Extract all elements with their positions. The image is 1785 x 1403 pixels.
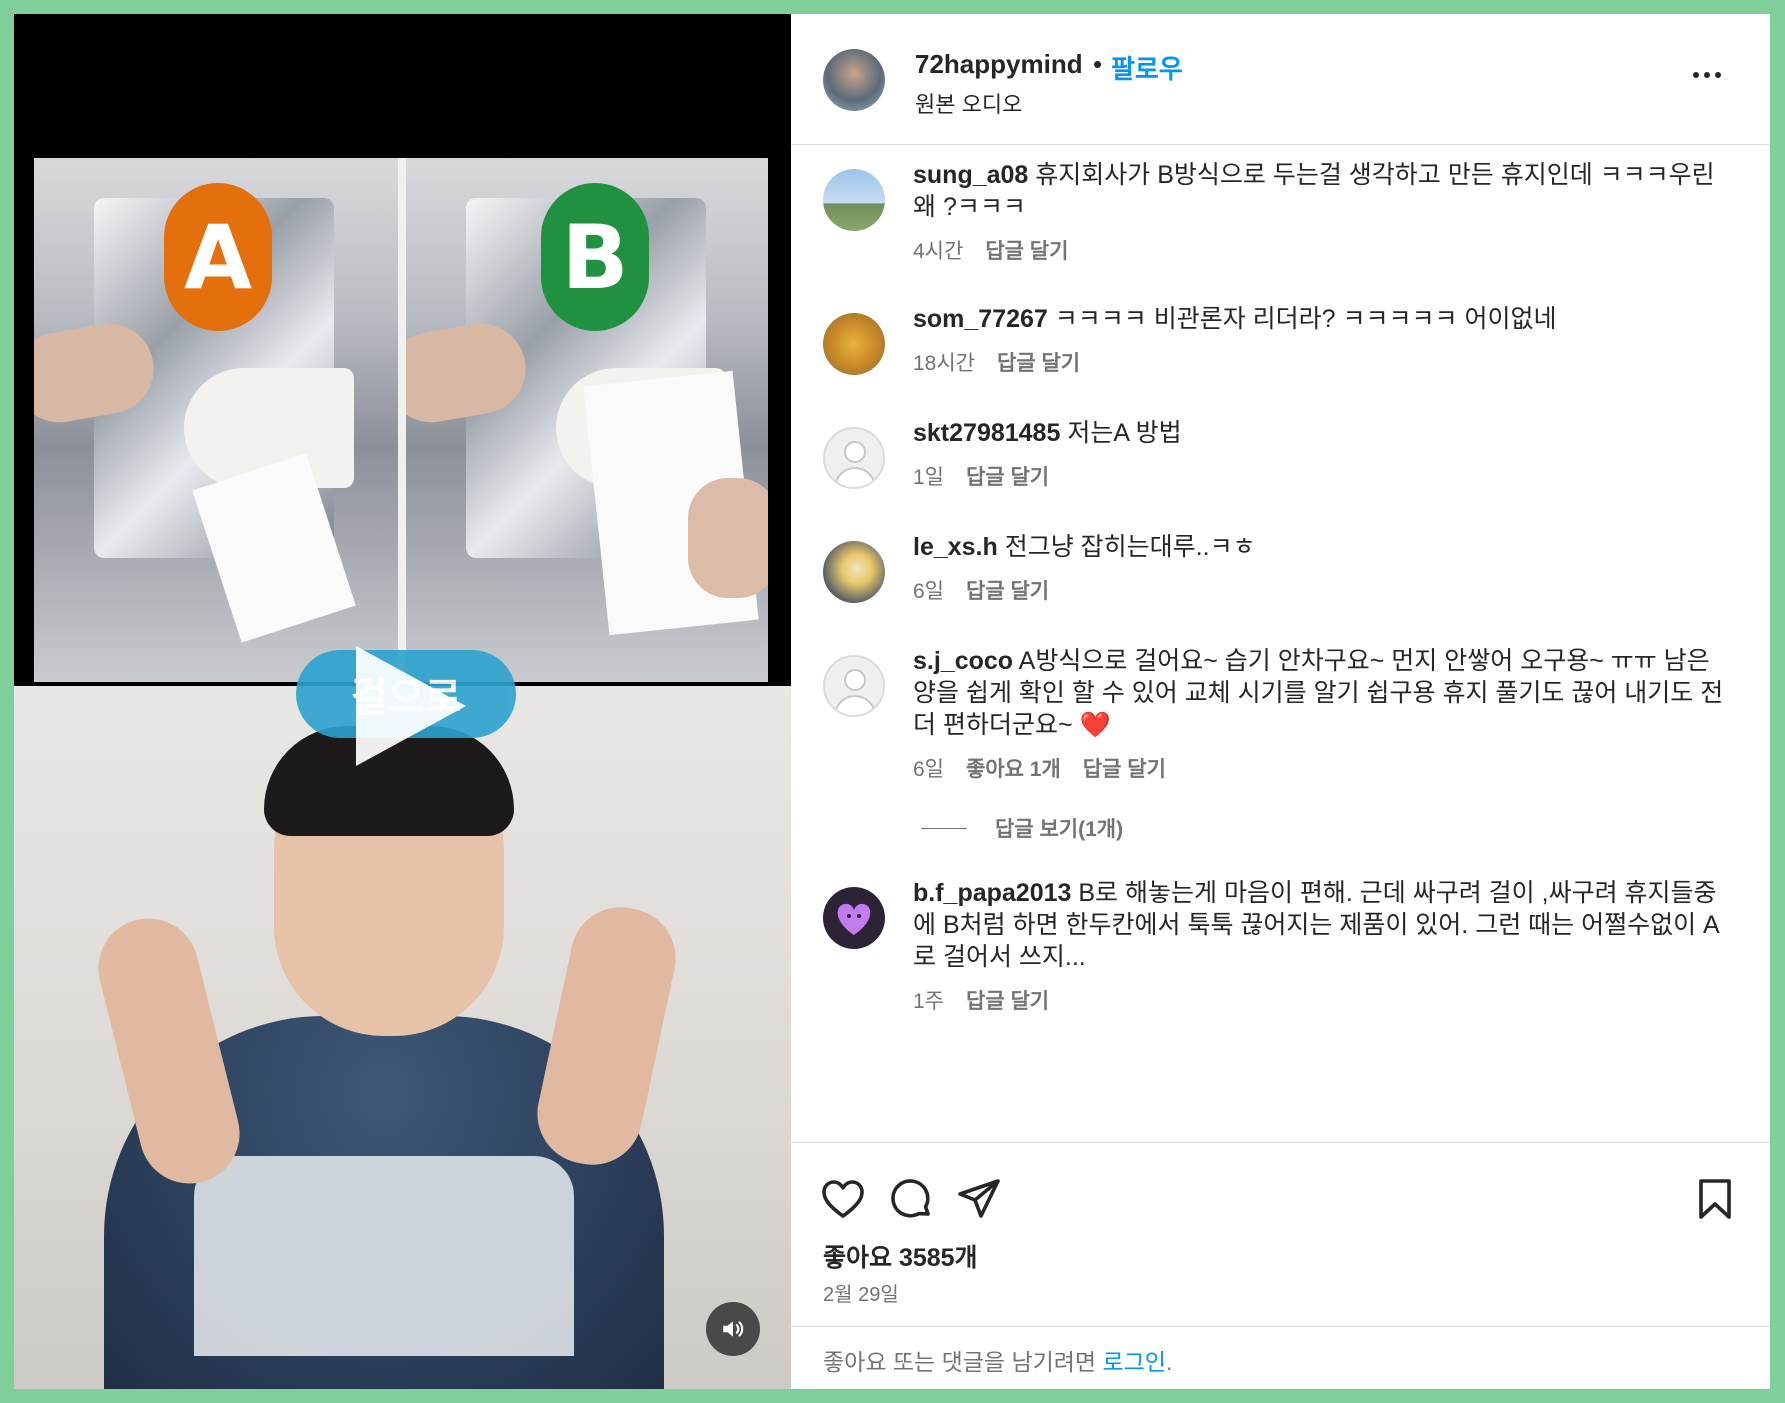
- comment-time: 1일: [913, 466, 944, 489]
- speaker-icon: [723, 1321, 744, 1337]
- comment-time: 4시간: [913, 240, 964, 263]
- comment-username[interactable]: som_77267: [913, 305, 1048, 333]
- audio-label[interactable]: 원본 오디오: [915, 87, 1022, 119]
- reply-button[interactable]: 답글 달기: [966, 575, 1049, 605]
- comment-username[interactable]: le_xs.h: [913, 533, 998, 561]
- comment-time: 1주: [913, 990, 944, 1013]
- comment-username[interactable]: sung_a08: [913, 161, 1028, 189]
- reply-button[interactable]: 답글 달기: [997, 347, 1080, 377]
- post-date[interactable]: 2월 29일: [823, 1278, 899, 1307]
- comment-item: sung_a08 휴지회사가 B방식으로 두는걸 생각하고 만든 휴지인데 ㅋㅋ…: [791, 159, 1770, 289]
- login-prompt-period: .: [1165, 1349, 1173, 1375]
- reply-button[interactable]: 답글 달기: [985, 235, 1068, 265]
- comment-username[interactable]: skt27981485: [913, 419, 1060, 447]
- commenter-avatar[interactable]: [823, 655, 885, 717]
- comment-item: le_xs.h 전그냥 잡히는대루..ㅋㅎ 6일 답글 달기: [791, 531, 1770, 631]
- post-modal: A B 걸으로 72happymind • 팔로우 원본 오디오 sung_a0…: [14, 14, 1770, 1389]
- share-icon[interactable]: [955, 1175, 1003, 1223]
- post-header: 72happymind • 팔로우 원본 오디오: [791, 14, 1770, 145]
- sound-toggle-button[interactable]: [706, 1302, 760, 1356]
- reply-button[interactable]: 답글 달기: [966, 461, 1049, 491]
- comment-icon[interactable]: [887, 1175, 935, 1223]
- heart-avatar-icon: [837, 903, 871, 935]
- commenter-avatar[interactable]: [823, 313, 885, 375]
- video-panel-b: B: [406, 158, 768, 682]
- save-bookmark-icon[interactable]: [1691, 1175, 1739, 1223]
- commenter-avatar[interactable]: [823, 541, 885, 603]
- header-separator: •: [1093, 49, 1103, 79]
- comment-text: ㅋㅋㅋㅋ 비관론자 리더라? ㅋㅋㅋㅋㅋ 어이없네: [1054, 305, 1557, 333]
- like-count[interactable]: 좋아요 3585개: [823, 1238, 978, 1274]
- comment-item: skt27981485 저는A 방법 1일 답글 달기: [791, 417, 1770, 517]
- follow-button[interactable]: 팔로우: [1111, 49, 1183, 86]
- comment-item: som_77267 ㅋㅋㅋㅋ 비관론자 리더라? ㅋㅋㅋㅋㅋ 어이없네 18시간…: [791, 303, 1770, 403]
- reply-button[interactable]: 답글 달기: [966, 985, 1049, 1015]
- comment-text: 휴지회사가 B방식으로 두는걸 생각하고 만든 휴지인데 ㅋㅋㅋ우린 왜 ?ㅋㅋ…: [913, 161, 1715, 221]
- comment-text: 전그냥 잡히는대루..ㅋㅎ: [1004, 533, 1256, 561]
- commenter-avatar[interactable]: [823, 169, 885, 231]
- video-presenter: [14, 686, 791, 1389]
- post-sidebar: 72happymind • 팔로우 원본 오디오 sung_a08 휴지회사가 …: [791, 14, 1770, 1389]
- reply-button[interactable]: 답글 달기: [1083, 753, 1166, 783]
- comments-list[interactable]: sung_a08 휴지회사가 B방식으로 두는걸 생각하고 만든 휴지인데 ㅋㅋ…: [791, 145, 1770, 1141]
- comment-time: 18시간: [913, 352, 975, 375]
- comment-likes[interactable]: 좋아요 1개: [966, 753, 1061, 783]
- view-replies-label: 답글 보기(1개): [995, 818, 1124, 841]
- video-panel-a: A: [34, 158, 398, 682]
- comment-text: A방식으로 걸어요~ 습기 안차구요~ 먼지 안쌓어 오구용~ ㅠㅠ 남은 양을…: [913, 647, 1724, 739]
- author-username[interactable]: 72happymind: [915, 49, 1083, 80]
- post-actions: 좋아요 3585개 2월 29일: [791, 1142, 1770, 1323]
- panel-divider: [398, 158, 406, 682]
- comment-time: 6일: [913, 758, 944, 781]
- commenter-avatar[interactable]: [823, 427, 885, 489]
- author-avatar[interactable]: [823, 49, 885, 111]
- commenter-avatar[interactable]: [823, 887, 885, 949]
- login-link[interactable]: 로그인: [1102, 1349, 1165, 1375]
- video-letterbox: [14, 14, 791, 154]
- badge-b: B: [541, 183, 649, 331]
- play-icon[interactable]: [356, 646, 466, 766]
- more-options-icon[interactable]: [1693, 60, 1733, 90]
- comment-username[interactable]: b.f_papa2013: [913, 879, 1071, 907]
- comment-item: s.j_coco A방식으로 걸어요~ 습기 안차구요~ 먼지 안쌓어 오구용~…: [791, 645, 1770, 855]
- login-prompt-text: 좋아요 또는 댓글을 남기려면: [823, 1349, 1103, 1375]
- view-replies-button[interactable]: 답글 보기(1개): [921, 813, 1123, 843]
- comment-text: 저는A 방법: [1067, 419, 1182, 447]
- login-prompt: 좋아요 또는 댓글을 남기려면 로그인.: [791, 1326, 1770, 1390]
- video-player[interactable]: A B 걸으로: [14, 14, 791, 1389]
- comment-username[interactable]: s.j_coco: [913, 647, 1013, 675]
- badge-a: A: [164, 183, 272, 331]
- like-heart-icon[interactable]: [819, 1175, 867, 1223]
- comment-time: 6일: [913, 580, 944, 603]
- comment-item: b.f_papa2013 B로 해놓는게 마음이 편해. 근데 싸구려 걸이 ,…: [791, 877, 1770, 1027]
